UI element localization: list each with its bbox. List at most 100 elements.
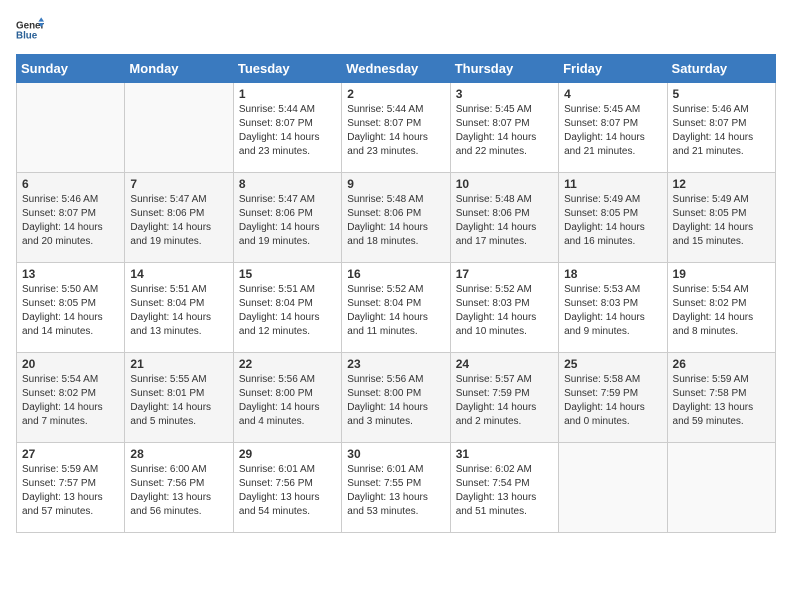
calendar: SundayMondayTuesdayWednesdayThursdayFrid… [16,54,776,533]
calendar-cell: 18Sunrise: 5:53 AM Sunset: 8:03 PM Dayli… [559,263,667,353]
day-info: Sunrise: 5:56 AM Sunset: 8:00 PM Dayligh… [239,373,336,429]
column-header-monday: Monday [125,55,233,83]
calendar-cell [667,443,775,533]
calendar-cell: 16Sunrise: 5:52 AM Sunset: 8:04 PM Dayli… [342,263,450,353]
day-info: Sunrise: 5:47 AM Sunset: 8:06 PM Dayligh… [239,193,336,249]
calendar-cell: 3 Sunrise: 5:45 AM Sunset: 8:07 PM Daylig… [450,83,558,173]
day-number: 30 [347,447,444,461]
column-header-sunday: Sunday [17,55,125,83]
calendar-cell [17,83,125,173]
day-number: 24 [456,357,553,371]
calendar-cell: 29 Sunrise: 6:01 AM Sunset: 7:56 PM Dayli… [233,443,341,533]
day-info: Sunrise: 5:46 AM Sunset: 8:07 PM Dayligh… [673,103,770,159]
day-info: Sunrise: 5:54 AM Sunset: 8:02 PM Dayligh… [673,283,770,339]
day-info: Sunrise: 5:51 AM Sunset: 8:04 PM Dayligh… [130,283,227,339]
calendar-cell: 7 Sunrise: 5:47 AM Sunset: 8:06 PM Daylig… [125,173,233,263]
day-info: Sunrise: 5:57 AM Sunset: 7:59 PM Dayligh… [456,373,553,429]
calendar-row-2: 13Sunrise: 5:50 AM Sunset: 8:05 PM Dayli… [17,263,776,353]
calendar-header-row: SundayMondayTuesdayWednesdayThursdayFrid… [17,55,776,83]
day-number: 9 [347,177,444,191]
calendar-cell: 11 Sunrise: 5:49 AM Sunset: 8:05 PM Dayli… [559,173,667,263]
calendar-row-4: 27 Sunrise: 5:59 AM Sunset: 7:57 PM Dayli… [17,443,776,533]
calendar-cell: 2 Sunrise: 5:44 AM Sunset: 8:07 PM Daylig… [342,83,450,173]
calendar-cell: 30 Sunrise: 6:01 AM Sunset: 7:55 PM Dayli… [342,443,450,533]
day-number: 20 [22,357,119,371]
day-number: 15 [239,267,336,281]
logo: General Blue [16,16,44,44]
calendar-cell: 13Sunrise: 5:50 AM Sunset: 8:05 PM Dayli… [17,263,125,353]
day-number: 25 [564,357,661,371]
day-number: 11 [564,177,661,191]
calendar-cell: 10Sunrise: 5:48 AM Sunset: 8:06 PM Dayli… [450,173,558,263]
column-header-tuesday: Tuesday [233,55,341,83]
day-number: 31 [456,447,553,461]
day-info: Sunrise: 5:59 AM Sunset: 7:58 PM Dayligh… [673,373,770,429]
calendar-cell: 23 Sunrise: 5:56 AM Sunset: 8:00 PM Dayli… [342,353,450,443]
day-info: Sunrise: 5:47 AM Sunset: 8:06 PM Dayligh… [130,193,227,249]
day-info: Sunrise: 6:00 AM Sunset: 7:56 PM Dayligh… [130,463,227,519]
day-number: 18 [564,267,661,281]
column-header-wednesday: Wednesday [342,55,450,83]
day-number: 23 [347,357,444,371]
day-number: 16 [347,267,444,281]
day-number: 5 [673,87,770,101]
day-number: 22 [239,357,336,371]
day-info: Sunrise: 5:56 AM Sunset: 8:00 PM Dayligh… [347,373,444,429]
calendar-cell: 6 Sunrise: 5:46 AM Sunset: 8:07 PM Daylig… [17,173,125,263]
day-info: Sunrise: 5:48 AM Sunset: 8:06 PM Dayligh… [456,193,553,249]
day-number: 27 [22,447,119,461]
calendar-cell: 5 Sunrise: 5:46 AM Sunset: 8:07 PM Daylig… [667,83,775,173]
day-info: Sunrise: 6:01 AM Sunset: 7:55 PM Dayligh… [347,463,444,519]
day-info: Sunrise: 5:45 AM Sunset: 8:07 PM Dayligh… [456,103,553,159]
calendar-cell: 8 Sunrise: 5:47 AM Sunset: 8:06 PM Daylig… [233,173,341,263]
day-info: Sunrise: 5:55 AM Sunset: 8:01 PM Dayligh… [130,373,227,429]
day-number: 14 [130,267,227,281]
calendar-cell: 26 Sunrise: 5:59 AM Sunset: 7:58 PM Dayli… [667,353,775,443]
calendar-cell: 22 Sunrise: 5:56 AM Sunset: 8:00 PM Dayli… [233,353,341,443]
column-header-thursday: Thursday [450,55,558,83]
calendar-cell: 28 Sunrise: 6:00 AM Sunset: 7:56 PM Dayli… [125,443,233,533]
calendar-cell [125,83,233,173]
calendar-cell: 20 Sunrise: 5:54 AM Sunset: 8:02 PM Dayli… [17,353,125,443]
calendar-cell: 25Sunrise: 5:58 AM Sunset: 7:59 PM Dayli… [559,353,667,443]
calendar-row-0: 1 Sunrise: 5:44 AM Sunset: 8:07 PM Daylig… [17,83,776,173]
calendar-cell: 1Sunrise: 5:44 AM Sunset: 8:07 PM Daylig… [233,83,341,173]
day-number: 26 [673,357,770,371]
day-info: Sunrise: 5:48 AM Sunset: 8:06 PM Dayligh… [347,193,444,249]
calendar-row-1: 6 Sunrise: 5:46 AM Sunset: 8:07 PM Daylig… [17,173,776,263]
calendar-cell: 24 Sunrise: 5:57 AM Sunset: 7:59 PM Dayli… [450,353,558,443]
calendar-cell: 14 Sunrise: 5:51 AM Sunset: 8:04 PM Dayli… [125,263,233,353]
day-number: 7 [130,177,227,191]
calendar-cell [559,443,667,533]
day-number: 28 [130,447,227,461]
svg-text:Blue: Blue [16,30,38,41]
calendar-cell: 27 Sunrise: 5:59 AM Sunset: 7:57 PM Dayli… [17,443,125,533]
day-info: Sunrise: 5:46 AM Sunset: 8:07 PM Dayligh… [22,193,119,249]
calendar-cell: 12 Sunrise: 5:49 AM Sunset: 8:05 PM Dayli… [667,173,775,263]
column-header-friday: Friday [559,55,667,83]
day-info: Sunrise: 5:59 AM Sunset: 7:57 PM Dayligh… [22,463,119,519]
day-number: 8 [239,177,336,191]
calendar-cell: 19 Sunrise: 5:54 AM Sunset: 8:02 PM Dayli… [667,263,775,353]
day-info: Sunrise: 6:01 AM Sunset: 7:56 PM Dayligh… [239,463,336,519]
day-info: Sunrise: 5:54 AM Sunset: 8:02 PM Dayligh… [22,373,119,429]
day-number: 12 [673,177,770,191]
column-header-saturday: Saturday [667,55,775,83]
day-number: 3 [456,87,553,101]
day-number: 19 [673,267,770,281]
day-number: 13 [22,267,119,281]
calendar-cell: 31 Sunrise: 6:02 AM Sunset: 7:54 PM Dayli… [450,443,558,533]
day-info: Sunrise: 5:44 AM Sunset: 8:07 PM Dayligh… [347,103,444,159]
day-info: Sunrise: 6:02 AM Sunset: 7:54 PM Dayligh… [456,463,553,519]
calendar-cell: 17Sunrise: 5:52 AM Sunset: 8:03 PM Dayli… [450,263,558,353]
day-number: 6 [22,177,119,191]
day-number: 2 [347,87,444,101]
day-number: 29 [239,447,336,461]
day-number: 21 [130,357,227,371]
header: General Blue [16,16,776,44]
day-info: Sunrise: 5:49 AM Sunset: 8:05 PM Dayligh… [564,193,661,249]
day-info: Sunrise: 5:52 AM Sunset: 8:03 PM Dayligh… [456,283,553,339]
day-info: Sunrise: 5:49 AM Sunset: 8:05 PM Dayligh… [673,193,770,249]
day-number: 1 [239,87,336,101]
day-info: Sunrise: 5:51 AM Sunset: 8:04 PM Dayligh… [239,283,336,339]
